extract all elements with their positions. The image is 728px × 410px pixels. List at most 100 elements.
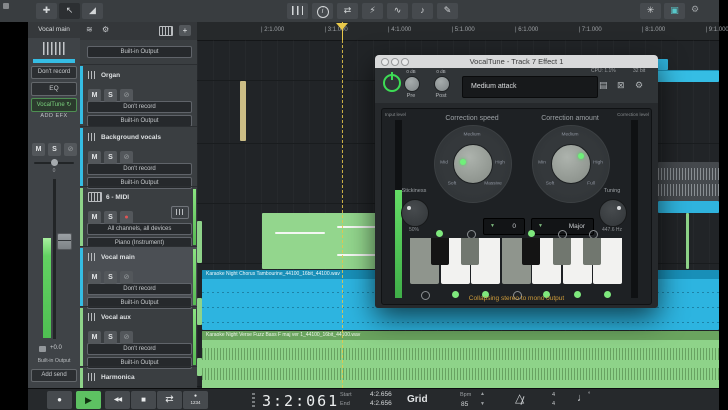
end-value[interactable]: 4:2.656 [370,400,392,407]
midi-input-button[interactable]: All channels, all devices [87,223,192,235]
play-button[interactable]: ▶ [76,391,101,409]
speed-option-mid[interactable]: Mid [440,161,448,166]
draw-button[interactable]: ✎ [437,3,458,19]
volume-fader-handle[interactable] [57,233,72,250]
plugin-settings-icon[interactable]: ⚙ [635,80,643,91]
bpm-value[interactable]: 85 [461,401,468,408]
time-signature[interactable]: 4 4 [552,391,555,409]
clip-organ-fragment[interactable] [240,81,246,141]
piano-key-F#[interactable] [522,238,540,265]
mute-button[interactable]: M [88,331,101,344]
grid-dropdown[interactable]: Grid [407,394,428,405]
solo-button[interactable]: S [104,89,117,102]
amount-option-full[interactable]: Full [587,182,595,187]
pan-knob[interactable] [51,159,58,166]
clip-background-vocals[interactable] [658,162,719,201]
bypass-button[interactable]: ⊘ [64,143,77,156]
eq-button[interactable]: EQ [31,82,77,96]
mute-button[interactable]: M [88,271,101,284]
solo-button[interactable]: S [104,271,117,284]
mute-button[interactable]: M [88,89,101,102]
scale-keyboard[interactable] [410,230,623,300]
record-mode-button[interactable]: Don't record [87,283,192,295]
timeline-ruler[interactable]: | 2:1.000| 3:1.000| 4:1.000| 5:1.000| 6:… [197,22,719,41]
gear-icon[interactable]: ⚙ [102,25,109,34]
record-mode-button[interactable]: Don't record [31,66,77,79]
speed-option-soft[interactable]: Soft [448,182,457,187]
instruments-button[interactable]: ▣ [664,3,685,19]
bpm-down-icon[interactable]: ▼ [480,401,485,407]
time-mode-handle[interactable] [252,393,255,407]
settings-gear-icon[interactable]: ⚙ [691,4,699,15]
start-value[interactable]: 4:2.656 [370,391,392,398]
track-row-partial[interactable]: Built-in Output [80,40,197,64]
piano-key-C#[interactable] [431,238,449,265]
mute-button[interactable]: M [88,211,101,224]
clip-fragment[interactable] [197,221,202,263]
note-button[interactable]: ♪ [412,3,433,19]
mute-button[interactable]: M [32,143,45,156]
tap-tempo-icon[interactable]: ♩° [577,392,590,404]
speed-option-high[interactable]: High [495,161,505,166]
output-label[interactable]: Built-in Output [28,358,80,364]
add-send-button[interactable]: Add send [31,369,77,382]
scale-dot-C#[interactable] [436,230,443,237]
amount-option-min[interactable]: Min [538,161,546,166]
zoom-icon[interactable] [401,58,409,66]
fan-icon[interactable]: ≋ [86,25,93,34]
record-mode-button[interactable]: Don't record [87,101,192,113]
fade-tool-button[interactable]: ◢ [82,3,103,19]
clip-vocal-aux[interactable]: Karaoke Night Verse Fuzz Bass F maj ver … [202,331,719,389]
bpm-up-icon[interactable]: ▲ [480,391,485,397]
stop-button[interactable]: ■ [131,391,156,409]
solo-button[interactable]: S [104,151,117,164]
solo-button[interactable]: S [104,331,117,344]
speed-option-medium[interactable]: Medium [463,133,480,138]
track-output-button[interactable]: Built-in Output [87,46,192,58]
track-row-background-vocals[interactable]: Background vocals MS⊘ Don't record Built… [80,126,197,187]
correction-speed-knob[interactable] [453,144,493,184]
mute-button[interactable]: M [88,151,101,164]
move-tool-button[interactable]: ✚ [36,3,57,19]
vocaltune-effect-button[interactable]: VocalTune ↻ [31,98,77,112]
amount-option-high[interactable]: High [593,161,603,166]
bypass-button[interactable]: ⊘ [120,271,133,284]
track-row-harmonica[interactable]: Harmonica [80,366,197,389]
power-button[interactable] [383,74,401,92]
keyboard-view-icon[interactable] [159,26,173,36]
clip-cyan-fragment[interactable] [658,201,719,213]
solo-button[interactable]: S [104,211,117,224]
scale-dot-F#[interactable] [528,230,535,237]
shuffle-button[interactable]: ⇄ [337,3,358,19]
track-row-vocal-main[interactable]: Vocal main MS⊘ Don't record Built-in Out… [80,246,197,307]
track-row-vocal-aux[interactable]: Vocal aux MS⊘ Don't record Built-in Outp… [80,306,197,367]
amount-option-medium[interactable]: Medium [561,133,578,138]
record-mode-button[interactable]: Don't record [87,343,192,355]
tuning-knob[interactable] [599,199,627,227]
volume-fader-track[interactable] [53,179,56,339]
close-icon[interactable] [381,58,389,66]
select-tool-button[interactable]: ↖ [59,3,80,19]
stickiness-knob[interactable] [401,199,429,227]
metronome-icon[interactable]: △ [515,391,524,405]
track-row-midi[interactable]: 6 - MIDI MS● All channels, all devices P… [80,186,197,247]
patch-button[interactable]: ⚡ [362,3,383,19]
window-menu-icon[interactable] [3,3,9,9]
post-gain-knob[interactable] [434,76,450,92]
time-display[interactable]: 3:2:061 [262,392,339,410]
correction-amount-knob[interactable] [551,144,591,184]
piano-roll-button[interactable] [171,206,189,219]
minimize-icon[interactable] [391,58,399,66]
add-efx-button[interactable]: ADD EFX [31,113,77,119]
info-button[interactable]: i [312,3,333,19]
bypass-button[interactable]: ⊘ [120,151,133,164]
clip-green-line[interactable] [686,213,689,269]
preset-selector[interactable]: Medium attack [462,76,598,98]
plugin-titlebar[interactable]: VocalTune - Track 7 Effect 1 [375,55,658,68]
bypass-button[interactable]: ⊘ [120,331,133,344]
pre-gain-knob[interactable] [404,76,420,92]
vocaltune-plugin-window[interactable]: VocalTune - Track 7 Effect 1 0 dB Pre 0 … [375,55,658,308]
mixer-window-button[interactable]: ✳ [640,3,661,19]
mixer-strips-button[interactable] [287,3,308,19]
record-arm-button[interactable]: ● [120,211,133,224]
